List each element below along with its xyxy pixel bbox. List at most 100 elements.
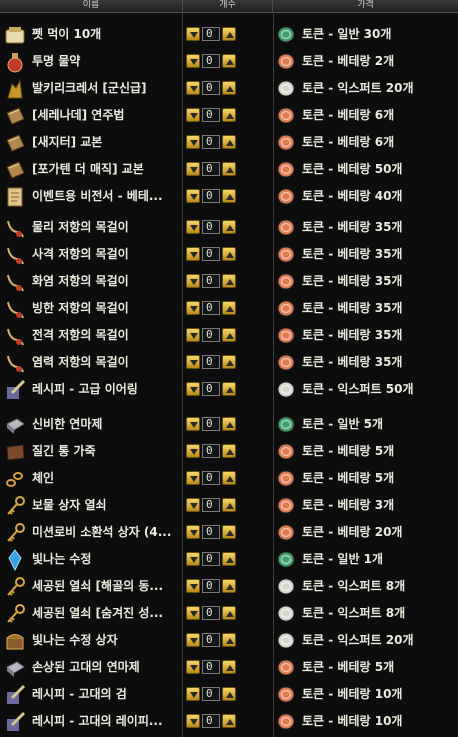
quantity-input[interactable]: 0 [202, 660, 220, 674]
decrease-button[interactable] [186, 189, 200, 203]
item-name: 세공된 열쇠 [숨겨진 성... [32, 606, 164, 620]
increase-button[interactable] [222, 328, 236, 342]
polish-icon [4, 414, 26, 436]
decrease-button[interactable] [186, 162, 200, 176]
quantity-input[interactable]: 0 [202, 471, 220, 485]
book-icon [4, 159, 26, 181]
quantity-input[interactable]: 0 [202, 606, 220, 620]
decrease-button[interactable] [186, 135, 200, 149]
increase-button[interactable] [222, 552, 236, 566]
decrease-button[interactable] [186, 417, 200, 431]
quantity-input[interactable]: 0 [202, 552, 220, 566]
decrease-button[interactable] [186, 27, 200, 41]
increase-button[interactable] [222, 660, 236, 674]
item-name: [새지터] 교본 [32, 135, 103, 149]
increase-button[interactable] [222, 355, 236, 369]
increase-button[interactable] [222, 301, 236, 315]
increase-button[interactable] [222, 247, 236, 261]
crystal-icon [4, 549, 26, 572]
book-icon [4, 132, 26, 154]
increase-button[interactable] [222, 189, 236, 203]
increase-button[interactable] [222, 54, 236, 68]
token-coin-icon [277, 381, 295, 398]
quantity-input[interactable]: 0 [202, 355, 220, 369]
decrease-button[interactable] [186, 525, 200, 539]
decrease-button[interactable] [186, 633, 200, 647]
decrease-button[interactable] [186, 274, 200, 288]
token-coin-icon [277, 470, 295, 487]
list-item: 세공된 열쇠 [숨겨진 성... 0 토큰 - 익스퍼트 8개 [0, 600, 458, 627]
item-name: 사격 저항의 목걸이 [32, 247, 129, 261]
quantity-input[interactable]: 0 [202, 444, 220, 458]
increase-button[interactable] [222, 633, 236, 647]
decrease-button[interactable] [186, 498, 200, 512]
increase-button[interactable] [222, 714, 236, 728]
quantity-input[interactable]: 0 [202, 220, 220, 234]
decrease-button[interactable] [186, 606, 200, 620]
increase-button[interactable] [222, 382, 236, 396]
quantity-input[interactable]: 0 [202, 108, 220, 122]
quantity-input[interactable]: 0 [202, 417, 220, 431]
quantity-input[interactable]: 0 [202, 714, 220, 728]
increase-button[interactable] [222, 498, 236, 512]
decrease-button[interactable] [186, 552, 200, 566]
increase-button[interactable] [222, 687, 236, 701]
quantity-input[interactable]: 0 [202, 328, 220, 342]
decrease-button[interactable] [186, 444, 200, 458]
quantity-input[interactable]: 0 [202, 162, 220, 176]
increase-button[interactable] [222, 27, 236, 41]
quantity-input[interactable]: 0 [202, 301, 220, 315]
item-name: 펫 먹이 10개 [32, 27, 102, 41]
increase-button[interactable] [222, 81, 236, 95]
decrease-button[interactable] [186, 220, 200, 234]
item-price: 토큰 - 익스퍼트 8개 [302, 579, 406, 593]
quantity-input[interactable]: 0 [202, 81, 220, 95]
increase-button[interactable] [222, 108, 236, 122]
increase-button[interactable] [222, 525, 236, 539]
quantity-input[interactable]: 0 [202, 579, 220, 593]
token-coin-icon [277, 686, 295, 703]
chest-icon [4, 630, 26, 652]
quantity-input[interactable]: 0 [202, 54, 220, 68]
decrease-button[interactable] [186, 301, 200, 315]
quantity-input[interactable]: 0 [202, 27, 220, 41]
quantity-input[interactable]: 0 [202, 525, 220, 539]
decrease-button[interactable] [186, 54, 200, 68]
quantity-input[interactable]: 0 [202, 687, 220, 701]
recipe-icon [4, 379, 26, 401]
quantity-input[interactable]: 0 [202, 274, 220, 288]
increase-button[interactable] [222, 220, 236, 234]
quantity-input[interactable]: 0 [202, 633, 220, 647]
increase-button[interactable] [222, 135, 236, 149]
decrease-button[interactable] [186, 355, 200, 369]
increase-button[interactable] [222, 471, 236, 485]
increase-button[interactable] [222, 417, 236, 431]
decrease-button[interactable] [186, 247, 200, 261]
item-name: [포가텐 더 매직] 교본 [32, 162, 144, 176]
item-name: 세공된 열쇠 [해골의 동... [32, 579, 164, 593]
decrease-button[interactable] [186, 579, 200, 593]
decrease-button[interactable] [186, 660, 200, 674]
increase-button[interactable] [222, 606, 236, 620]
item-name: 보물 상자 열쇠 [32, 498, 107, 512]
token-coin-icon [277, 107, 295, 124]
increase-button[interactable] [222, 162, 236, 176]
increase-button[interactable] [222, 579, 236, 593]
decrease-button[interactable] [186, 382, 200, 396]
list-item: 물리 저항의 목걸이 0 토큰 - 베테랑 35개 [0, 214, 458, 241]
quantity-input[interactable]: 0 [202, 382, 220, 396]
decrease-button[interactable] [186, 714, 200, 728]
decrease-button[interactable] [186, 328, 200, 342]
quantity-input[interactable]: 0 [202, 135, 220, 149]
token-coin-icon [277, 327, 295, 344]
list-item: 레시피 - 고급 이어링 0 토큰 - 익스퍼트 50개 [0, 376, 458, 403]
decrease-button[interactable] [186, 108, 200, 122]
increase-button[interactable] [222, 274, 236, 288]
decrease-button[interactable] [186, 81, 200, 95]
quantity-input[interactable]: 0 [202, 247, 220, 261]
quantity-input[interactable]: 0 [202, 498, 220, 512]
decrease-button[interactable] [186, 471, 200, 485]
increase-button[interactable] [222, 444, 236, 458]
decrease-button[interactable] [186, 687, 200, 701]
quantity-input[interactable]: 0 [202, 189, 220, 203]
